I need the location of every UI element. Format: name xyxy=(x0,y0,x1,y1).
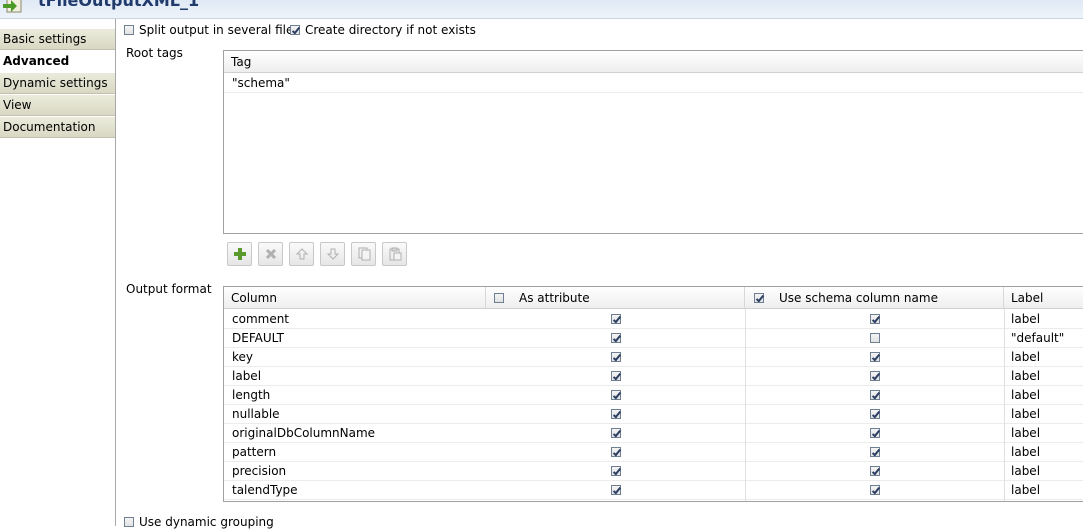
column-divider xyxy=(1004,309,1005,501)
split-output-label: Split output in several files xyxy=(139,23,300,37)
sidebar-item-view[interactable]: View xyxy=(0,95,115,116)
add-icon xyxy=(233,248,246,260)
label-cell[interactable]: label xyxy=(1011,461,1040,480)
use-schema-column-name-checkbox[interactable] xyxy=(870,428,880,438)
label-cell[interactable]: label xyxy=(1011,480,1040,499)
add-button[interactable] xyxy=(227,242,252,266)
use-schema-header[interactable]: Use schema column name xyxy=(745,287,1004,308)
column-name-cell[interactable]: originalDbColumnName xyxy=(232,423,375,442)
label-cell[interactable]: label xyxy=(1011,309,1040,328)
create-directory-checkbox[interactable] xyxy=(290,25,300,35)
sidebar-item-basic-settings[interactable]: Basic settings xyxy=(0,29,115,50)
label-header[interactable]: Label xyxy=(1004,287,1083,308)
copy-icon xyxy=(358,247,370,261)
table-row[interactable]: talendType label xyxy=(224,480,1083,500)
root-tags-label: Root tags xyxy=(126,46,183,60)
column-name-cell[interactable]: talendType xyxy=(232,480,298,499)
table-row[interactable]: precision label xyxy=(224,461,1083,481)
column-name-cell[interactable]: length xyxy=(232,385,270,404)
use-schema-column-name-checkbox[interactable] xyxy=(870,485,880,495)
split-output-checkbox[interactable] xyxy=(124,25,134,35)
output-format-table: Column As attribute Use schema column na… xyxy=(223,286,1083,502)
as-attribute-checkbox[interactable] xyxy=(611,428,621,438)
as-attribute-checkbox[interactable] xyxy=(611,485,621,495)
table-row[interactable]: DEFAULT "default" xyxy=(224,328,1083,348)
move-down-button[interactable] xyxy=(320,242,345,266)
label-cell[interactable]: label xyxy=(1011,404,1040,423)
table-row[interactable]: key label xyxy=(224,347,1083,367)
window-title: tFileOutputXML_1 xyxy=(38,0,200,10)
label-cell[interactable]: label xyxy=(1011,423,1040,442)
as-attribute-checkbox[interactable] xyxy=(611,352,621,362)
column-name-cell[interactable]: comment xyxy=(232,309,289,328)
sidebar-item-documentation[interactable]: Documentation xyxy=(0,117,115,138)
as-attribute-checkbox[interactable] xyxy=(611,390,621,400)
as-attribute-checkbox[interactable] xyxy=(611,333,621,343)
table-row[interactable]: originalDbColumnName label xyxy=(224,423,1083,443)
tag-column-header[interactable]: Tag xyxy=(224,51,1083,72)
paste-button[interactable] xyxy=(382,242,407,266)
component-icon xyxy=(1,0,29,13)
column-name-cell[interactable]: precision xyxy=(232,461,286,480)
table-row[interactable]: "schema" xyxy=(224,73,1083,93)
column-name-cell[interactable]: label xyxy=(232,366,261,385)
column-name-cell[interactable]: nullable xyxy=(232,404,280,423)
label-cell[interactable]: "default" xyxy=(1011,328,1064,347)
column-name-cell[interactable]: pattern xyxy=(232,442,276,461)
use-schema-column-name-checkbox[interactable] xyxy=(870,314,880,324)
as-attribute-checkbox[interactable] xyxy=(611,314,621,324)
table-row[interactable]: length label xyxy=(224,385,1083,405)
move-up-button[interactable] xyxy=(289,242,314,266)
use-dynamic-grouping-label: Use dynamic grouping xyxy=(139,515,274,529)
column-header[interactable]: Column xyxy=(224,287,486,308)
column-name-cell[interactable]: DEFAULT xyxy=(232,328,284,347)
move-down-icon xyxy=(326,248,339,260)
as-attribute-checkbox[interactable] xyxy=(611,447,621,457)
as-attribute-checkbox[interactable] xyxy=(611,371,621,381)
sidebar-item-advanced-settings[interactable]: Advanced settings xyxy=(0,51,115,88)
label-cell[interactable]: label xyxy=(1011,442,1040,461)
paste-icon xyxy=(389,247,401,261)
column-name-cell[interactable]: key xyxy=(232,347,253,366)
table-row[interactable]: nullable label xyxy=(224,404,1083,424)
label-cell[interactable]: label xyxy=(1011,366,1040,385)
as-attribute-header-checkbox[interactable] xyxy=(494,293,504,303)
use-schema-column-name-checkbox[interactable] xyxy=(870,390,880,400)
root-tags-table: Tag "schema" xyxy=(223,50,1083,234)
as-attribute-header[interactable]: As attribute xyxy=(486,287,745,308)
output-format-header: Column As attribute Use schema column na… xyxy=(224,287,1083,309)
use-schema-column-name-checkbox[interactable] xyxy=(870,333,880,343)
delete-icon xyxy=(265,248,276,260)
root-tags-header: Tag xyxy=(224,51,1083,73)
settings-sidebar: Basic settings Advanced settings Dynamic… xyxy=(0,19,116,526)
use-schema-header-checkbox[interactable] xyxy=(754,293,764,303)
use-schema-column-name-checkbox[interactable] xyxy=(870,409,880,419)
copy-button[interactable] xyxy=(351,242,376,266)
as-attribute-checkbox[interactable] xyxy=(611,466,621,476)
delete-button[interactable] xyxy=(258,242,283,266)
use-schema-column-name-checkbox[interactable] xyxy=(870,371,880,381)
use-schema-column-name-checkbox[interactable] xyxy=(870,447,880,457)
output-format-label: Output format xyxy=(126,282,212,296)
sidebar-item-dynamic-settings[interactable]: Dynamic settings xyxy=(0,73,115,94)
create-directory-label: Create directory if not exists xyxy=(305,23,476,37)
table-row[interactable]: label label xyxy=(224,366,1083,386)
label-cell[interactable]: label xyxy=(1011,347,1040,366)
title-bar: tFileOutputXML_1 xyxy=(0,0,1083,19)
use-schema-header-label: Use schema column name xyxy=(779,291,938,305)
move-up-icon xyxy=(295,248,308,260)
table-row[interactable]: pattern label xyxy=(224,442,1083,462)
use-schema-column-name-checkbox[interactable] xyxy=(870,466,880,476)
use-schema-column-name-checkbox[interactable] xyxy=(870,352,880,362)
tag-cell[interactable]: "schema" xyxy=(232,73,290,92)
table-row[interactable]: comment label xyxy=(224,309,1083,329)
column-divider xyxy=(745,309,746,501)
as-attribute-checkbox[interactable] xyxy=(611,409,621,419)
as-attribute-header-label: As attribute xyxy=(519,291,590,305)
label-cell[interactable]: label xyxy=(1011,385,1040,404)
